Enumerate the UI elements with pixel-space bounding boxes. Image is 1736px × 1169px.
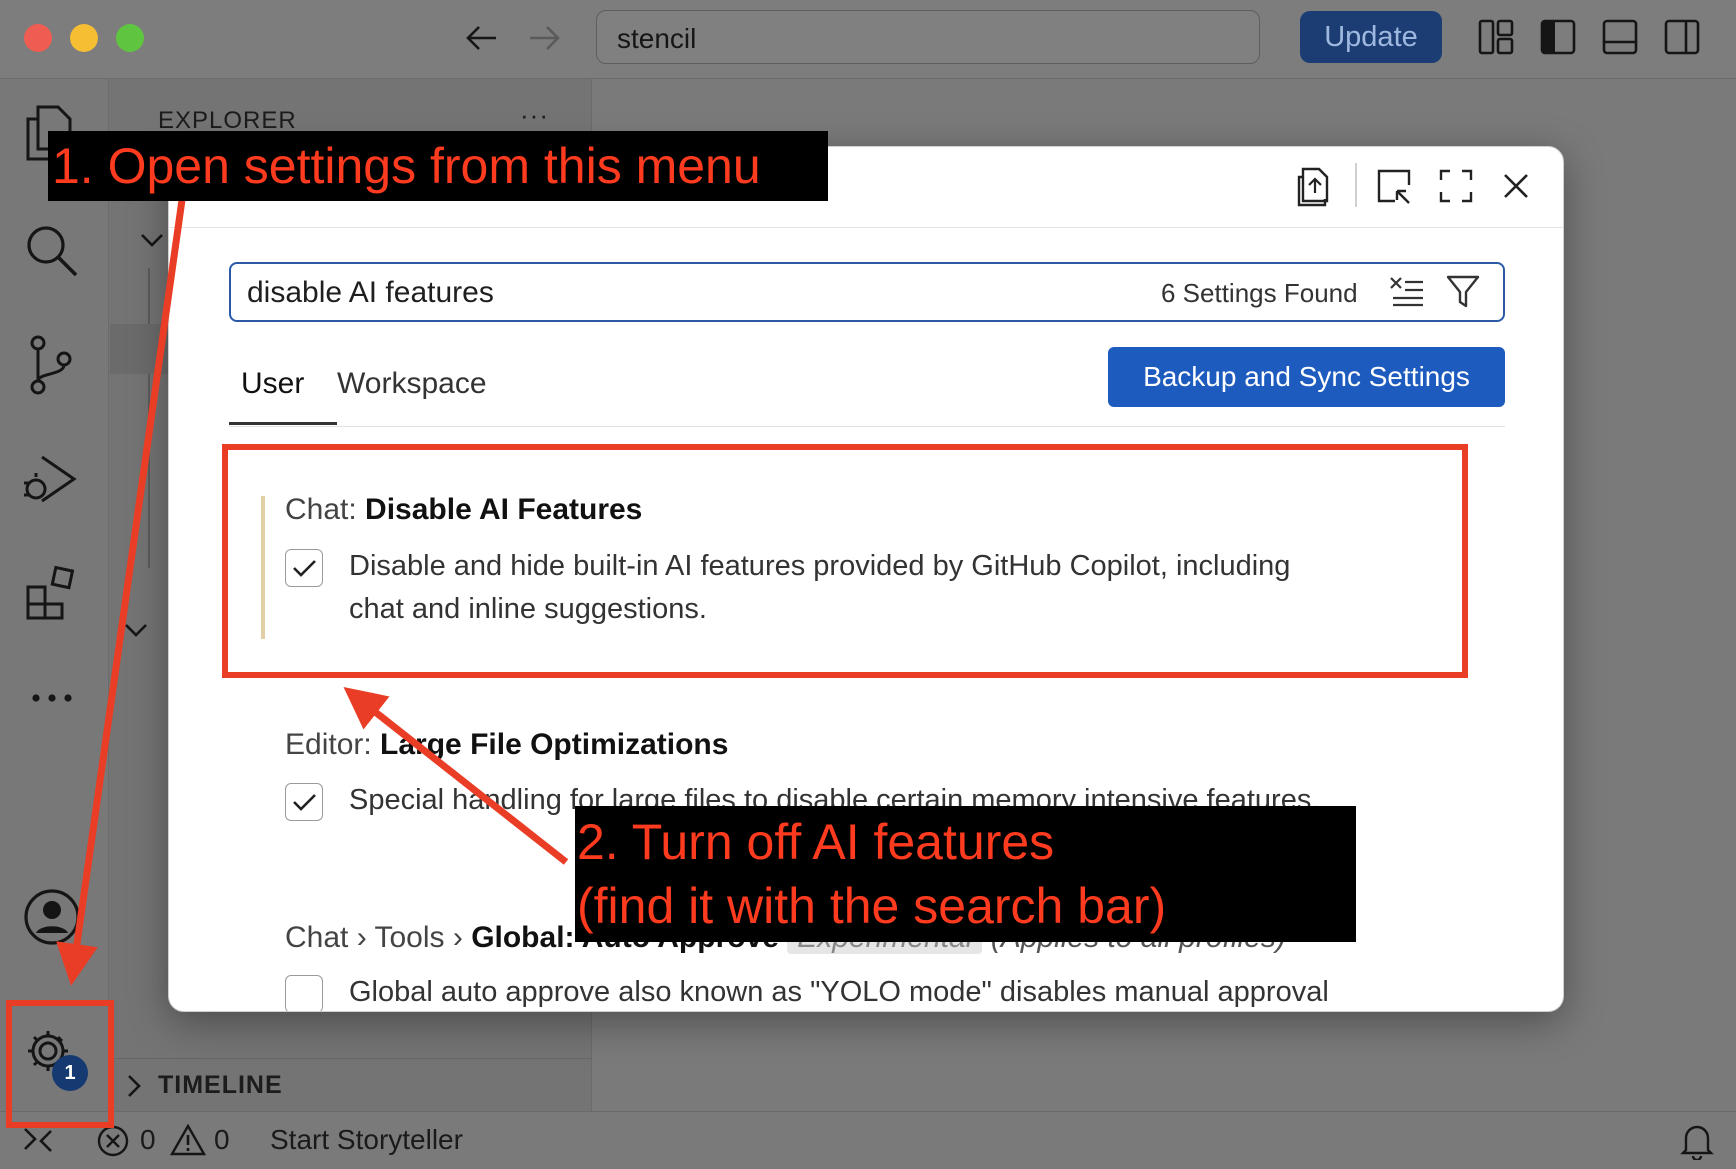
arrow-to-setting [343, 687, 569, 865]
arrow-to-gear [56, 199, 186, 986]
annotation-step-2-line-2: (find it with the search bar) [577, 878, 1167, 934]
annotation-step-1: 1. Open settings from this menu [48, 131, 828, 201]
annotation-step-2: 2. Turn off AI features (find it with th… [575, 806, 1356, 942]
annotation-step-2-line-1: 2. Turn off AI features [577, 814, 1055, 870]
